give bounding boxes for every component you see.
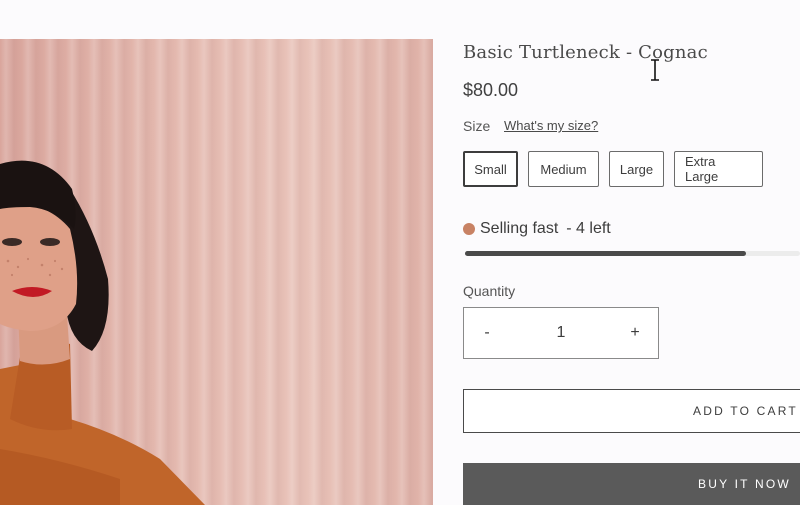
stock-level-fill <box>465 251 747 256</box>
text-cursor-icon <box>648 58 662 87</box>
quantity-input[interactable]: 1 <box>510 324 612 342</box>
add-to-cart-button[interactable]: ADD TO CART <box>463 389 800 433</box>
quantity-label: Quantity <box>463 283 516 299</box>
product-photo-illustration <box>0 160 205 505</box>
quantity-increase-button[interactable]: + <box>612 324 658 342</box>
size-option-small[interactable]: Small <box>463 151 518 187</box>
stock-status-text: Selling fast <box>480 220 559 237</box>
product-price: $80.00 <box>463 80 519 100</box>
size-label: Size <box>463 118 491 134</box>
size-option-large[interactable]: Large <box>609 151 664 187</box>
stock-level-bar <box>465 251 800 256</box>
size-options: Small Medium Large Extra Large <box>463 151 763 187</box>
buy-now-button[interactable]: BUY IT NOW <box>463 463 800 505</box>
size-guide-link[interactable]: What's my size? <box>504 118 598 133</box>
stock-indicator: Selling fast - 4 left <box>463 220 611 238</box>
quantity-stepper: - 1 + <box>463 307 659 359</box>
quantity-decrease-button[interactable]: - <box>464 324 510 342</box>
product-image[interactable] <box>0 39 433 505</box>
size-option-medium[interactable]: Medium <box>528 151 599 187</box>
stock-status-dot-icon <box>463 223 475 235</box>
size-option-extra-large[interactable]: Extra Large <box>674 151 763 187</box>
stock-count-text: - 4 left <box>566 220 611 237</box>
product-title: Basic Turtleneck - Cognac <box>463 42 708 63</box>
